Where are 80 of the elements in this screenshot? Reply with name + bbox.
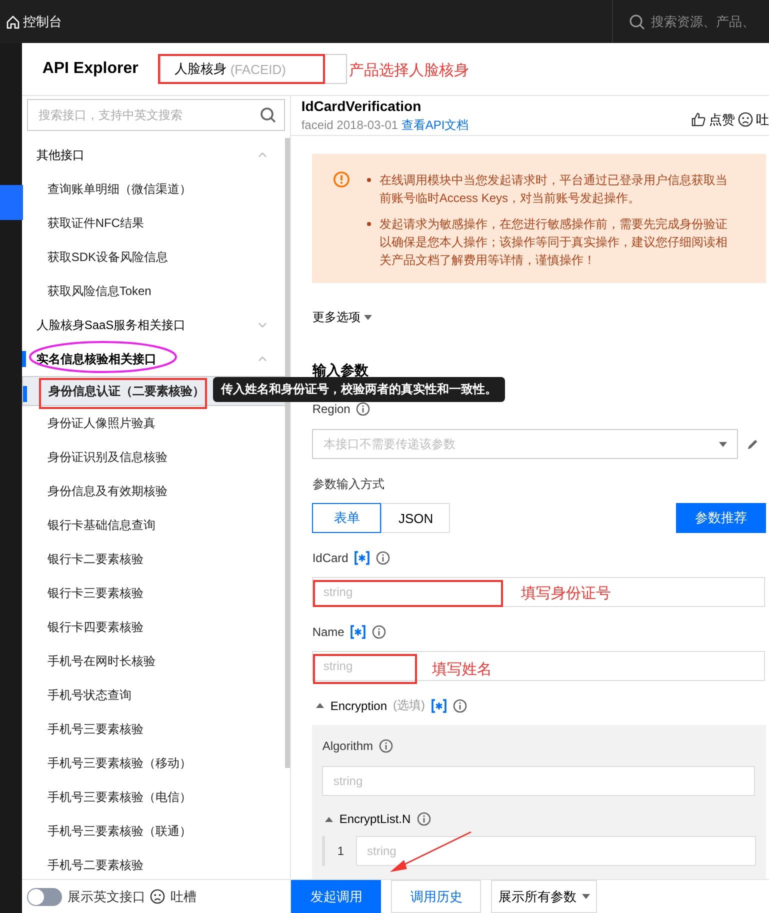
sidebar-item[interactable]: 获取风险信息Token bbox=[22, 274, 286, 308]
page-title: API Explorer bbox=[42, 60, 138, 78]
tooltip: 传入姓名和身份证号，校验两者的真实性和一致性。 bbox=[213, 377, 505, 402]
home-icon[interactable] bbox=[6, 14, 20, 28]
api-name: IdCardVerification bbox=[301, 98, 422, 114]
info-icon[interactable] bbox=[416, 812, 431, 826]
annotation-text: 产品选择人脸核身 bbox=[349, 61, 469, 80]
recommend-button[interactable]: 参数推荐 bbox=[676, 503, 766, 533]
sidebar-group[interactable]: 人脸核身SaaS服务相关接口 bbox=[22, 308, 286, 342]
field-label: 参数输入方式 bbox=[312, 476, 384, 492]
warning-icon bbox=[333, 171, 350, 188]
sidebar-item[interactable]: 银行卡基础信息查询 bbox=[22, 508, 286, 542]
field-label: Algorithm bbox=[322, 739, 373, 753]
caret-icon[interactable] bbox=[582, 894, 590, 899]
search-icon[interactable] bbox=[260, 107, 276, 123]
sidebar-item[interactable]: 手机号在网时长核验 bbox=[22, 644, 286, 678]
caret-icon[interactable] bbox=[325, 816, 334, 822]
caret-icon[interactable] bbox=[364, 314, 372, 320]
optional-label: (选填) bbox=[393, 697, 426, 714]
api-meta: faceid 2018-03-01 bbox=[301, 118, 398, 132]
sidebar-group[interactable]: 实名信息核验相关接口 bbox=[22, 342, 286, 376]
pencil-icon[interactable] bbox=[746, 438, 760, 450]
doc-link[interactable]: 查看API文档 bbox=[401, 118, 469, 132]
product-select[interactable]: 人脸核身 (FACEID) bbox=[160, 54, 348, 84]
sidebar-item[interactable]: 手机号二要素核验 bbox=[22, 848, 286, 879]
caret-icon[interactable] bbox=[316, 703, 324, 708]
sad-face-icon[interactable] bbox=[150, 889, 166, 904]
annotation-text: 填写身份证号 bbox=[521, 584, 611, 603]
caret-icon[interactable] bbox=[719, 442, 728, 446]
mode-tab[interactable]: 表单 bbox=[312, 503, 382, 533]
sad-face-icon[interactable] bbox=[738, 112, 753, 127]
field-label: EncryptList.N bbox=[339, 812, 411, 826]
field-label: Encryption bbox=[330, 698, 388, 712]
bullet-icon bbox=[367, 178, 372, 182]
sidebar-item[interactable]: 手机号三要素核验（联通） bbox=[22, 814, 286, 848]
toggle-label: 展示英文接口 bbox=[67, 888, 146, 906]
info-icon[interactable] bbox=[372, 625, 386, 639]
sidebar-item[interactable]: 身份证人像照片验真 bbox=[22, 406, 286, 440]
feedback-link[interactable]: 吐 bbox=[756, 110, 769, 128]
info-icon[interactable] bbox=[453, 698, 468, 712]
notice-text: 在线调用模块中当您发起请求时，平台通过已登录用户信息获取当前账号临时Access Keys，对当前账号发起操作。 bbox=[379, 172, 728, 207]
item-index: 1 bbox=[337, 844, 344, 858]
field-label: Region bbox=[312, 402, 350, 416]
sidebar-item[interactable]: 身份证识别及信息核验 bbox=[22, 440, 286, 474]
sidebar-item[interactable]: 手机号三要素核验（移动） bbox=[22, 746, 286, 780]
submit-button[interactable]: 发起调用 bbox=[291, 880, 382, 913]
global-search-field[interactable]: 搜索资源、产品、 bbox=[651, 12, 755, 30]
sidebar-item[interactable]: 银行卡三要素核验 bbox=[22, 576, 286, 610]
input-field[interactable]: string bbox=[322, 766, 756, 796]
thumbs-up-icon[interactable] bbox=[691, 112, 706, 127]
field-label: IdCard bbox=[312, 551, 348, 565]
sidebar-item[interactable]: 银行卡二要素核验 bbox=[22, 542, 286, 576]
feedback-link[interactable]: 吐槽 bbox=[170, 888, 196, 906]
sidebar-item[interactable]: 手机号三要素核验 bbox=[22, 712, 286, 746]
sidebar-group[interactable]: 其他接口 bbox=[22, 138, 286, 172]
sidebar-item[interactable]: 手机号三要素核验（电信） bbox=[22, 780, 286, 814]
like-link[interactable]: 点赞 bbox=[709, 110, 735, 128]
sidebar-item[interactable]: 银行卡四要素核验 bbox=[22, 610, 286, 644]
info-icon[interactable] bbox=[379, 739, 393, 753]
history-button[interactable]: 调用历史 bbox=[391, 880, 482, 913]
input-field[interactable]: string bbox=[356, 836, 756, 866]
show-params-dropdown[interactable]: 展示所有参数 bbox=[491, 880, 598, 913]
nav-highlight bbox=[0, 185, 23, 220]
search-icon[interactable] bbox=[629, 14, 645, 30]
console-link[interactable]: 控制台 bbox=[23, 12, 62, 30]
bullet-icon bbox=[367, 222, 372, 226]
toggle-switch[interactable] bbox=[27, 888, 62, 906]
info-icon[interactable] bbox=[356, 402, 370, 416]
sidebar-item[interactable]: 身份信息及有效期核验 bbox=[22, 474, 286, 508]
sidebar-item[interactable]: 查询账单明细（微信渠道） bbox=[22, 172, 286, 206]
section-heading: 输入参数 bbox=[312, 362, 370, 380]
more-options-toggle[interactable]: 更多选项 bbox=[312, 308, 766, 326]
sidebar-item[interactable]: 获取证件NFC结果 bbox=[22, 206, 286, 240]
notice-text: 发起请求为敏感操作，在您进行敏感操作前，需要先完成身份验证以确保是您本人操作；该操作等同于真实操作，建议您仔细阅读相关产品文档了解费用等详情，谨慎操作！ bbox=[379, 216, 728, 269]
sidebar-item[interactable]: 手机号状态查询 bbox=[22, 678, 286, 712]
mode-tab[interactable]: JSON bbox=[381, 503, 450, 533]
sidebar-item[interactable]: 获取SDK设备风险信息 bbox=[22, 240, 286, 274]
info-icon[interactable] bbox=[376, 551, 390, 565]
annotation-text: 填写姓名 bbox=[432, 660, 492, 679]
field-label: Name bbox=[312, 625, 344, 639]
